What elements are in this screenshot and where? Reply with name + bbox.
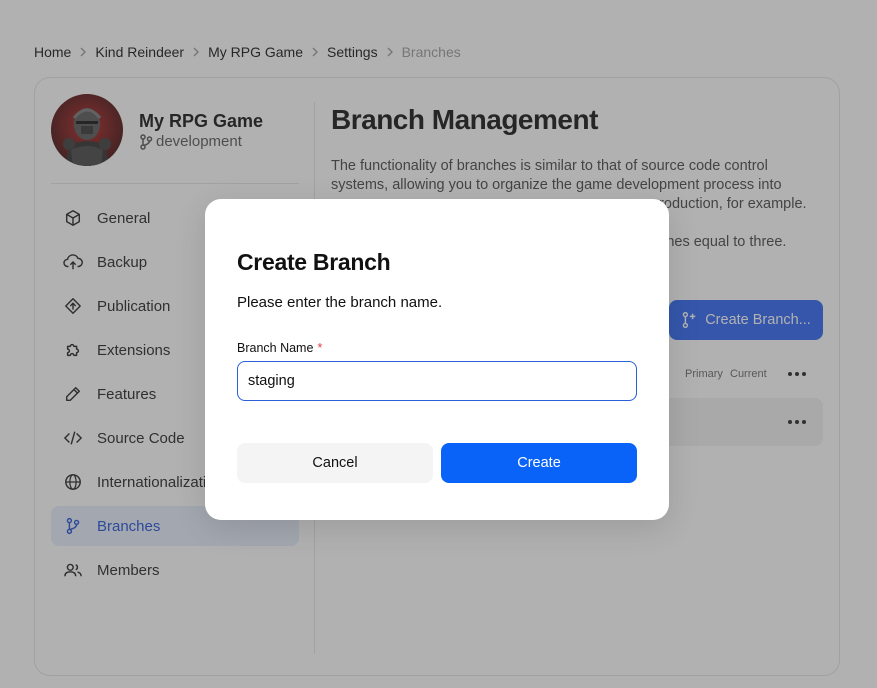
dialog-subtitle: Please enter the branch name. bbox=[237, 294, 443, 311]
create-branch-dialog: Create Branch Please enter the branch na… bbox=[205, 199, 669, 520]
page: Home Kind Reindeer My RPG Game Settings … bbox=[0, 0, 877, 688]
required-mark: * bbox=[317, 341, 323, 355]
branch-name-input[interactable] bbox=[237, 361, 637, 401]
branch-name-label: Branch Name * bbox=[237, 341, 322, 355]
dialog-title: Create Branch bbox=[237, 249, 391, 275]
cancel-button[interactable]: Cancel bbox=[237, 443, 433, 483]
branch-name-label-text: Branch Name bbox=[237, 341, 314, 355]
create-button[interactable]: Create bbox=[441, 443, 637, 483]
